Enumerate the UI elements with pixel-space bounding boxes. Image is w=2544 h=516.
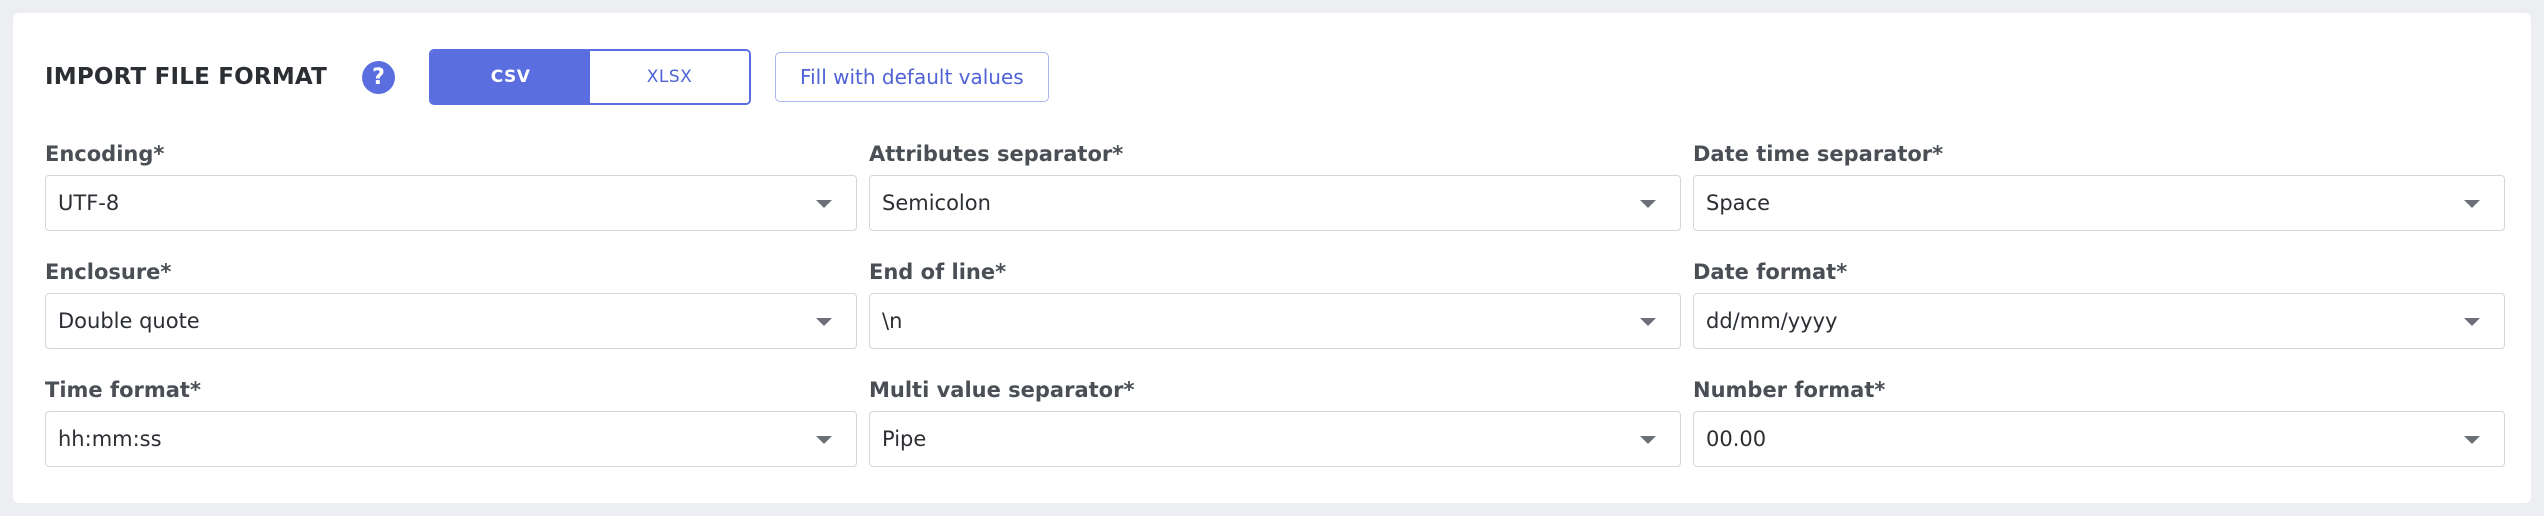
enclosure-select[interactable]: Double quote (45, 293, 857, 349)
date-format-select[interactable]: dd/mm/yyyy (1693, 293, 2505, 349)
end-of-line-select[interactable]: \n (869, 293, 1681, 349)
format-tab-xlsx[interactable]: XLSX (590, 51, 750, 103)
field-multi-value-separator: Multi value separator* Pipe (869, 377, 1681, 495)
select-value: UTF-8 (58, 191, 120, 215)
chevron-down-icon (816, 318, 832, 326)
field-label: End of line* (869, 260, 1007, 284)
section-title: IMPORT FILE FORMAT (45, 64, 328, 90)
field-end-of-line: End of line* \n (869, 259, 1681, 377)
select-value: Double quote (58, 309, 200, 333)
field-label: Enclosure* (45, 260, 172, 284)
field-encoding: Encoding* UTF-8 (45, 141, 857, 259)
field-label: Number format* (1693, 378, 1886, 402)
select-value: \n (882, 309, 903, 333)
chevron-down-icon (2464, 318, 2480, 326)
field-number-format: Number format* 00.00 (1693, 377, 2505, 495)
select-value: hh:mm:ss (58, 427, 162, 451)
field-label: Date time separator* (1693, 142, 1944, 166)
chevron-down-icon (816, 436, 832, 444)
select-value: 00.00 (1706, 427, 1767, 451)
import-format-panel: IMPORT FILE FORMAT ? CSV XLSX Fill with … (13, 13, 2531, 503)
fill-default-values-button[interactable]: Fill with default values (775, 52, 1049, 102)
select-value: Pipe (882, 427, 927, 451)
attributes-separator-select[interactable]: Semicolon (869, 175, 1681, 231)
field-label: Date format* (1693, 260, 1848, 284)
format-toggle: CSV XLSX (429, 49, 752, 105)
field-label: Encoding* (45, 142, 165, 166)
time-format-select[interactable]: hh:mm:ss (45, 411, 857, 467)
field-time-format: Time format* hh:mm:ss (45, 377, 857, 495)
field-label: Multi value separator* (869, 378, 1135, 402)
chevron-down-icon (1640, 200, 1656, 208)
select-value: dd/mm/yyyy (1706, 309, 1838, 333)
format-fields-grid: Encoding* UTF-8 Attributes separator* Se… (45, 141, 2505, 495)
field-date-format: Date format* dd/mm/yyyy (1693, 259, 2505, 377)
format-tab-csv[interactable]: CSV (431, 51, 591, 103)
chevron-down-icon (1640, 436, 1656, 444)
help-icon[interactable]: ? (362, 60, 396, 94)
multi-value-separator-select[interactable]: Pipe (869, 411, 1681, 467)
chevron-down-icon (1640, 318, 1656, 326)
chevron-down-icon (2464, 436, 2480, 444)
chevron-down-icon (2464, 200, 2480, 208)
header-row: IMPORT FILE FORMAT ? CSV XLSX Fill with … (45, 47, 1049, 107)
select-value: Space (1706, 191, 1770, 215)
field-label: Time format* (45, 378, 201, 402)
field-date-time-separator: Date time separator* Space (1693, 141, 2505, 259)
select-value: Semicolon (882, 191, 991, 215)
date-time-separator-select[interactable]: Space (1693, 175, 2505, 231)
encoding-select[interactable]: UTF-8 (45, 175, 857, 231)
chevron-down-icon (816, 200, 832, 208)
field-attributes-separator: Attributes separator* Semicolon (869, 141, 1681, 259)
number-format-select[interactable]: 00.00 (1693, 411, 2505, 467)
field-label: Attributes separator* (869, 142, 1124, 166)
field-enclosure: Enclosure* Double quote (45, 259, 857, 377)
